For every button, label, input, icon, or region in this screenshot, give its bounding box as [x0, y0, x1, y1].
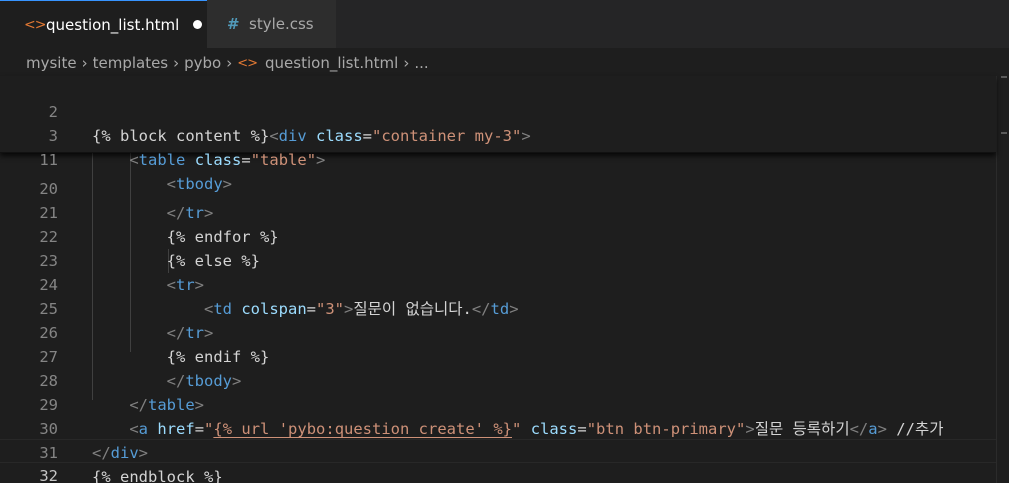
- code-line[interactable]: 28 </table>: [0, 345, 996, 414]
- breadcrumb-item[interactable]: templates: [93, 54, 169, 72]
- code-line[interactable]: 25 </tr>: [0, 273, 996, 342]
- breadcrumb-item[interactable]: pybo: [184, 54, 221, 72]
- code-line[interactable]: 27 </tbody>: [0, 321, 996, 390]
- chevron-right-icon: ›: [403, 54, 410, 72]
- breadcrumb: mysite › templates › pybo › <> question_…: [0, 48, 1009, 78]
- code-line[interactable]: 24 <td colspan="3">질문이 없습니다.</td>: [0, 249, 996, 318]
- tab-style-css[interactable]: # style.css: [207, 0, 337, 48]
- line-number: 11: [39, 151, 58, 169]
- code-line[interactable]: 22 {% else %}: [0, 201, 996, 270]
- code-line[interactable]: 23 <tr>: [0, 225, 996, 294]
- minimap-marker: [1001, 76, 1007, 78]
- vertical-scrollbar[interactable]: [996, 76, 1009, 483]
- breadcrumb-item[interactable]: question_list.html: [265, 54, 398, 72]
- code-line[interactable]: 30 </div>: [0, 393, 996, 462]
- code-line-current[interactable]: 32: [0, 439, 996, 483]
- breadcrumb-item[interactable]: mysite: [26, 54, 77, 72]
- css-file-icon: #: [227, 15, 240, 33]
- code-line[interactable]: 2 {% block content %}<div class="contain…: [0, 76, 996, 145]
- code-editor[interactable]: 20 </tr> 21 {% endfor %} 22 {% else %} 2…: [0, 153, 996, 483]
- chevron-right-icon: ›: [81, 54, 88, 72]
- tab-question-list[interactable]: <> question_list.html: [0, 0, 207, 48]
- html-file-icon: <>: [237, 55, 258, 71]
- breadcrumb-item[interactable]: ...: [414, 54, 428, 72]
- code-line[interactable]: 29 <a href="{% url 'pybo:question_create…: [0, 369, 996, 438]
- minimap-marker: [1001, 132, 1007, 134]
- code-line[interactable]: 11 <tbody>: [0, 124, 996, 193]
- code-line[interactable]: 3 <table class="table">: [0, 100, 996, 169]
- unsaved-dot-icon[interactable]: [193, 20, 203, 29]
- tab-label: style.css: [249, 15, 314, 33]
- html-file-icon: <>: [24, 16, 46, 33]
- code-line[interactable]: 26 {% endif %}: [0, 297, 996, 366]
- tab-label: question_list.html: [46, 15, 180, 34]
- chevron-right-icon: ›: [173, 54, 180, 72]
- chevron-right-icon: ›: [226, 54, 233, 72]
- code-line[interactable]: 31 {% endblock %}: [0, 417, 996, 483]
- sticky-scroll[interactable]: 2 {% block content %}<div class="contain…: [0, 76, 996, 193]
- tab-bar: <> question_list.html # style.css: [0, 0, 1009, 48]
- line-number: 32: [39, 467, 58, 483]
